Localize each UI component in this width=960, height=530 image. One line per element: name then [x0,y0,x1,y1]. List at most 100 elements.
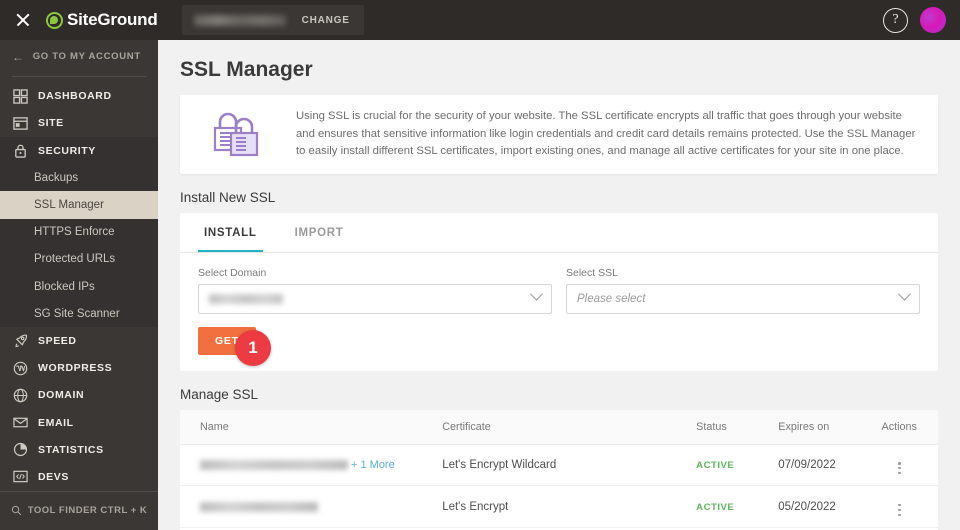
chevron-down-icon [898,287,911,301]
help-icon[interactable]: ? [883,7,908,33]
lock-icon [15,144,26,158]
search-icon [11,506,21,516]
rocket-icon [15,334,28,348]
close-icon[interactable] [14,11,32,29]
sidebar-item-label: SECURITY [38,144,96,157]
chevron-down-icon [530,287,543,301]
selected-domain-value-masked [209,293,283,304]
status-badge: ACTIVE [696,459,735,471]
sidebar-item-ssl-manager[interactable]: SSL Manager [0,191,158,219]
tool-finder-search[interactable]: TOOL FINDER CTRL + K [0,490,158,530]
sidebar-item-domain[interactable]: DOMAIN [0,382,158,409]
info-banner: Using SSL is crucial for the security of… [180,95,938,174]
main-content: SSL Manager Using SSL is crucial for the… [158,40,960,530]
status-badge: ACTIVE [696,501,735,513]
avatar[interactable] [920,7,946,33]
install-form: Select Domain Select SSL Please select [180,253,938,314]
tool-finder-label: TOOL FINDER CTRL + K [27,505,148,517]
page-title: SSL Manager [180,58,313,81]
sidebar-divider [12,75,146,77]
top-bar: SiteGround CHANGE ? [0,0,960,40]
sidebar-item-label: WORDPRESS [38,362,113,375]
sidebar-item-label: DEVS [38,470,69,483]
sidebar-item-label: STATISTICS [38,443,104,456]
cell-expires-on: 07/09/2022 [778,444,879,487]
column-header-expires-on: Expires on [778,409,879,445]
wordpress-icon [13,361,28,375]
table-row: Let's Encrypt ACTIVE 05/20/2022 [180,485,938,529]
sidebar-item-https-enforce[interactable]: HTTPS Enforce [0,218,158,246]
manage-section-title: Manage SSL [180,386,259,402]
table-head: Name Certificate Status Expires on Actio… [180,409,938,445]
select-ssl-placeholder: Please select [577,292,646,305]
sidebar-item-email[interactable]: EMAIL [0,409,158,436]
column-header-certificate: Certificate [442,409,697,445]
sidebar-item-label: EMAIL [38,416,74,429]
install-section-title: Install New SSL [180,189,276,205]
select-ssl-dropdown[interactable]: Please select [566,283,920,314]
select-domain-label: Select Domain [198,266,267,279]
row-actions-menu-icon[interactable] [897,503,901,517]
sidebar-item-label: SG Site Scanner [34,307,120,320]
sidebar-item-sg-site-scanner[interactable]: SG Site Scanner [0,300,158,328]
sidebar: ← GO TO MY ACCOUNT DASHBOARD SITE SECURI… [0,40,158,530]
select-ssl-field: Select SSL Please select [566,267,920,314]
sidebar-item-security[interactable]: SECURITY [0,137,158,165]
name-cell [200,501,442,512]
select-domain-field: Select Domain [198,267,552,314]
go-to-my-account-label: GO TO MY ACCOUNT [32,51,141,63]
info-banner-text: Using SSL is crucial for the security of… [296,110,916,157]
cell-name [180,485,443,529]
grid-icon [13,89,28,104]
sidebar-item-devs[interactable]: DEVS [0,463,158,490]
install-tabs: INSTALL IMPORT [180,213,938,253]
cell-expires-on: 05/20/2022 [778,485,879,529]
sidebar-item-label: SPEED [38,334,77,347]
go-to-my-account-link[interactable]: ← GO TO MY ACCOUNT [0,40,158,74]
tab-import[interactable]: IMPORT [289,213,350,252]
column-header-actions: Actions [878,409,938,445]
sidebar-item-wordpress[interactable]: WORDPRESS [0,355,158,382]
sidebar-item-blocked-ips[interactable]: Blocked IPs [0,273,158,301]
sidebar-item-speed[interactable]: SPEED [0,327,158,354]
envelope-icon [13,417,28,428]
ssl-table: Name Certificate Status Expires on Actio… [180,409,938,530]
sidebar-item-backups[interactable]: Backups [0,164,158,192]
cell-certificate: Let's Encrypt Wildcard [442,444,697,487]
change-domain-button[interactable]: CHANGE [298,5,364,35]
column-header-name: Name [180,409,443,445]
window-icon [13,117,28,130]
sidebar-item-site[interactable]: SITE [0,110,158,137]
domain-name-masked [200,501,318,512]
sidebar-item-statistics[interactable]: STATISTICS [0,436,158,463]
sidebar-item-label: Blocked IPs [34,280,95,293]
sidebar-item-label: DASHBOARD [38,90,112,103]
get-button-row: GET 1 [180,314,938,371]
sidebar-item-label: SSL Manager [34,199,104,212]
sidebar-item-label: DOMAIN [38,389,85,402]
more-link[interactable]: + 1 More [351,459,395,471]
globe-icon [13,388,28,403]
app-window: SiteGround CHANGE ? ← GO TO MY ACCOUNT D… [0,0,960,530]
body-row: ← GO TO MY ACCOUNT DASHBOARD SITE SECURI… [0,40,960,530]
name-cell: + 1 More [200,459,442,471]
select-domain-dropdown[interactable] [198,283,552,314]
select-ssl-label: Select SSL [566,266,618,279]
sidebar-item-dashboard[interactable]: DASHBOARD [0,83,158,110]
table-row: + 1 More Let's Encrypt Wildcard ACTIVE 0… [180,444,938,487]
domain-selector[interactable]: CHANGE [181,5,364,35]
column-header-status: Status [696,409,779,445]
padlocks-illustration [198,108,278,160]
cell-certificate: Let's Encrypt [442,485,697,529]
table-body: + 1 More Let's Encrypt Wildcard ACTIVE 0… [180,444,938,530]
sidebar-item-protected-urls[interactable]: Protected URLs [0,245,158,273]
manage-ssl-panel: Name Certificate Status Expires on Actio… [180,409,938,530]
table-header-row: Name Certificate Status Expires on Actio… [180,409,938,445]
arrow-left-icon: ← [12,49,25,64]
domain-name-masked [200,459,348,470]
sidebar-item-label: SITE [38,117,64,130]
install-panel: INSTALL IMPORT Select Domain Select SSL [180,212,938,371]
pie-chart-icon [13,443,28,457]
row-actions-menu-icon[interactable] [897,461,901,475]
tab-install[interactable]: INSTALL [198,213,263,252]
